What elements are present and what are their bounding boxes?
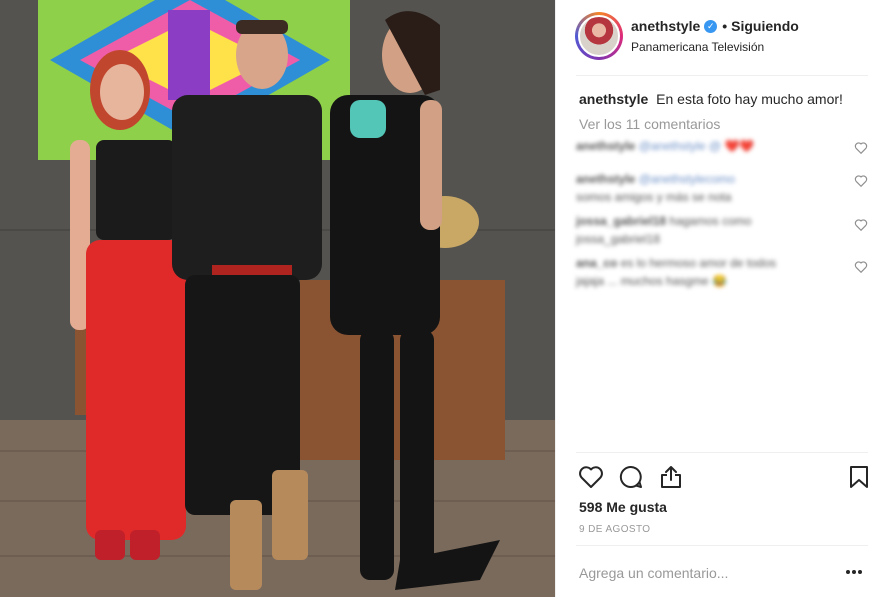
- separator-dot: •: [722, 18, 728, 34]
- post-actions: [578, 464, 874, 490]
- comment-text: @anethstylecomo: [638, 172, 735, 186]
- verified-badge-icon: ✓: [704, 19, 718, 33]
- comment-username[interactable]: anethstyle: [576, 139, 635, 153]
- comment-body: jossa_gabriel18 hagamos como jossa_gabri…: [576, 212, 876, 254]
- following-button[interactable]: Siguiendo: [731, 18, 799, 34]
- post-header: anethstyle ✓ • Siguiendo Panamericana Te…: [556, 0, 888, 76]
- comment-bubble-icon[interactable]: [618, 464, 644, 490]
- comment-text: es lo hermoso amor de todos: [620, 256, 777, 270]
- comment-like-icon[interactable]: [854, 218, 868, 232]
- comment-body: ana_co es lo hermoso amor de todos jajaj…: [576, 254, 876, 296]
- post-date: 9 DE AGOSTO: [579, 524, 651, 535]
- share-icon[interactable]: [658, 464, 684, 490]
- add-comment-input[interactable]: Agrega un comentario...: [579, 565, 728, 581]
- view-all-comments-link[interactable]: Ver los 11 comentarios: [579, 116, 720, 132]
- caption-text: En esta foto hay mucho amor!: [656, 91, 843, 107]
- header-user-row: anethstyle ✓ • Siguiendo: [631, 18, 799, 34]
- list-item: anethstyle @anethstyle @ ❤️❤️: [576, 137, 876, 170]
- list-item: ana_co es lo hermoso amor de todos jajaj…: [576, 254, 876, 296]
- comment-username[interactable]: ana_co: [576, 256, 617, 270]
- bookmark-icon[interactable]: [846, 464, 872, 490]
- likes-count[interactable]: 598 Me gusta: [579, 499, 667, 515]
- list-item: anethstyle @anethstylecomo somos amigos …: [576, 170, 876, 212]
- post-photo[interactable]: [0, 0, 555, 597]
- more-options-icon[interactable]: [845, 569, 863, 575]
- heart-icon[interactable]: [578, 464, 604, 490]
- actions-divider: [576, 452, 868, 453]
- comment-text: hagamos como: [669, 214, 752, 228]
- post-sidebar: anethstyle ✓ • Siguiendo Panamericana Te…: [555, 0, 888, 597]
- avatar-image: [578, 15, 620, 57]
- comment-text-line2: somos amigos y más se nota: [576, 190, 732, 204]
- header-divider: [576, 75, 868, 76]
- list-item: jossa_gabriel18 hagamos como jossa_gabri…: [576, 212, 876, 254]
- comment-like-icon[interactable]: [854, 141, 868, 155]
- post-image: [0, 0, 555, 597]
- comment-like-icon[interactable]: [854, 174, 868, 188]
- comment-text-line2: jossa_gabriel18: [576, 232, 661, 246]
- post-caption: anethstyle En esta foto hay mucho amor!: [579, 91, 843, 107]
- location-link[interactable]: Panamericana Televisión: [631, 40, 764, 54]
- comment-body: anethstyle @anethstylecomo somos amigos …: [576, 170, 876, 212]
- comment-username[interactable]: jossa_gabriel18: [576, 214, 666, 228]
- comment-input-divider: [576, 545, 868, 546]
- comment-username[interactable]: anethstyle: [576, 172, 635, 186]
- comment-text: @anethstyle @ ❤️❤️: [638, 139, 755, 153]
- avatar[interactable]: [575, 12, 623, 60]
- comments-list: anethstyle @anethstyle @ ❤️❤️ anethstyle…: [576, 137, 876, 296]
- caption-username[interactable]: anethstyle: [579, 91, 648, 107]
- comment-like-icon[interactable]: [854, 260, 868, 274]
- comment-text-line2: jajaja ... muchos hasgme 😂: [576, 274, 728, 288]
- header-username[interactable]: anethstyle: [631, 18, 700, 34]
